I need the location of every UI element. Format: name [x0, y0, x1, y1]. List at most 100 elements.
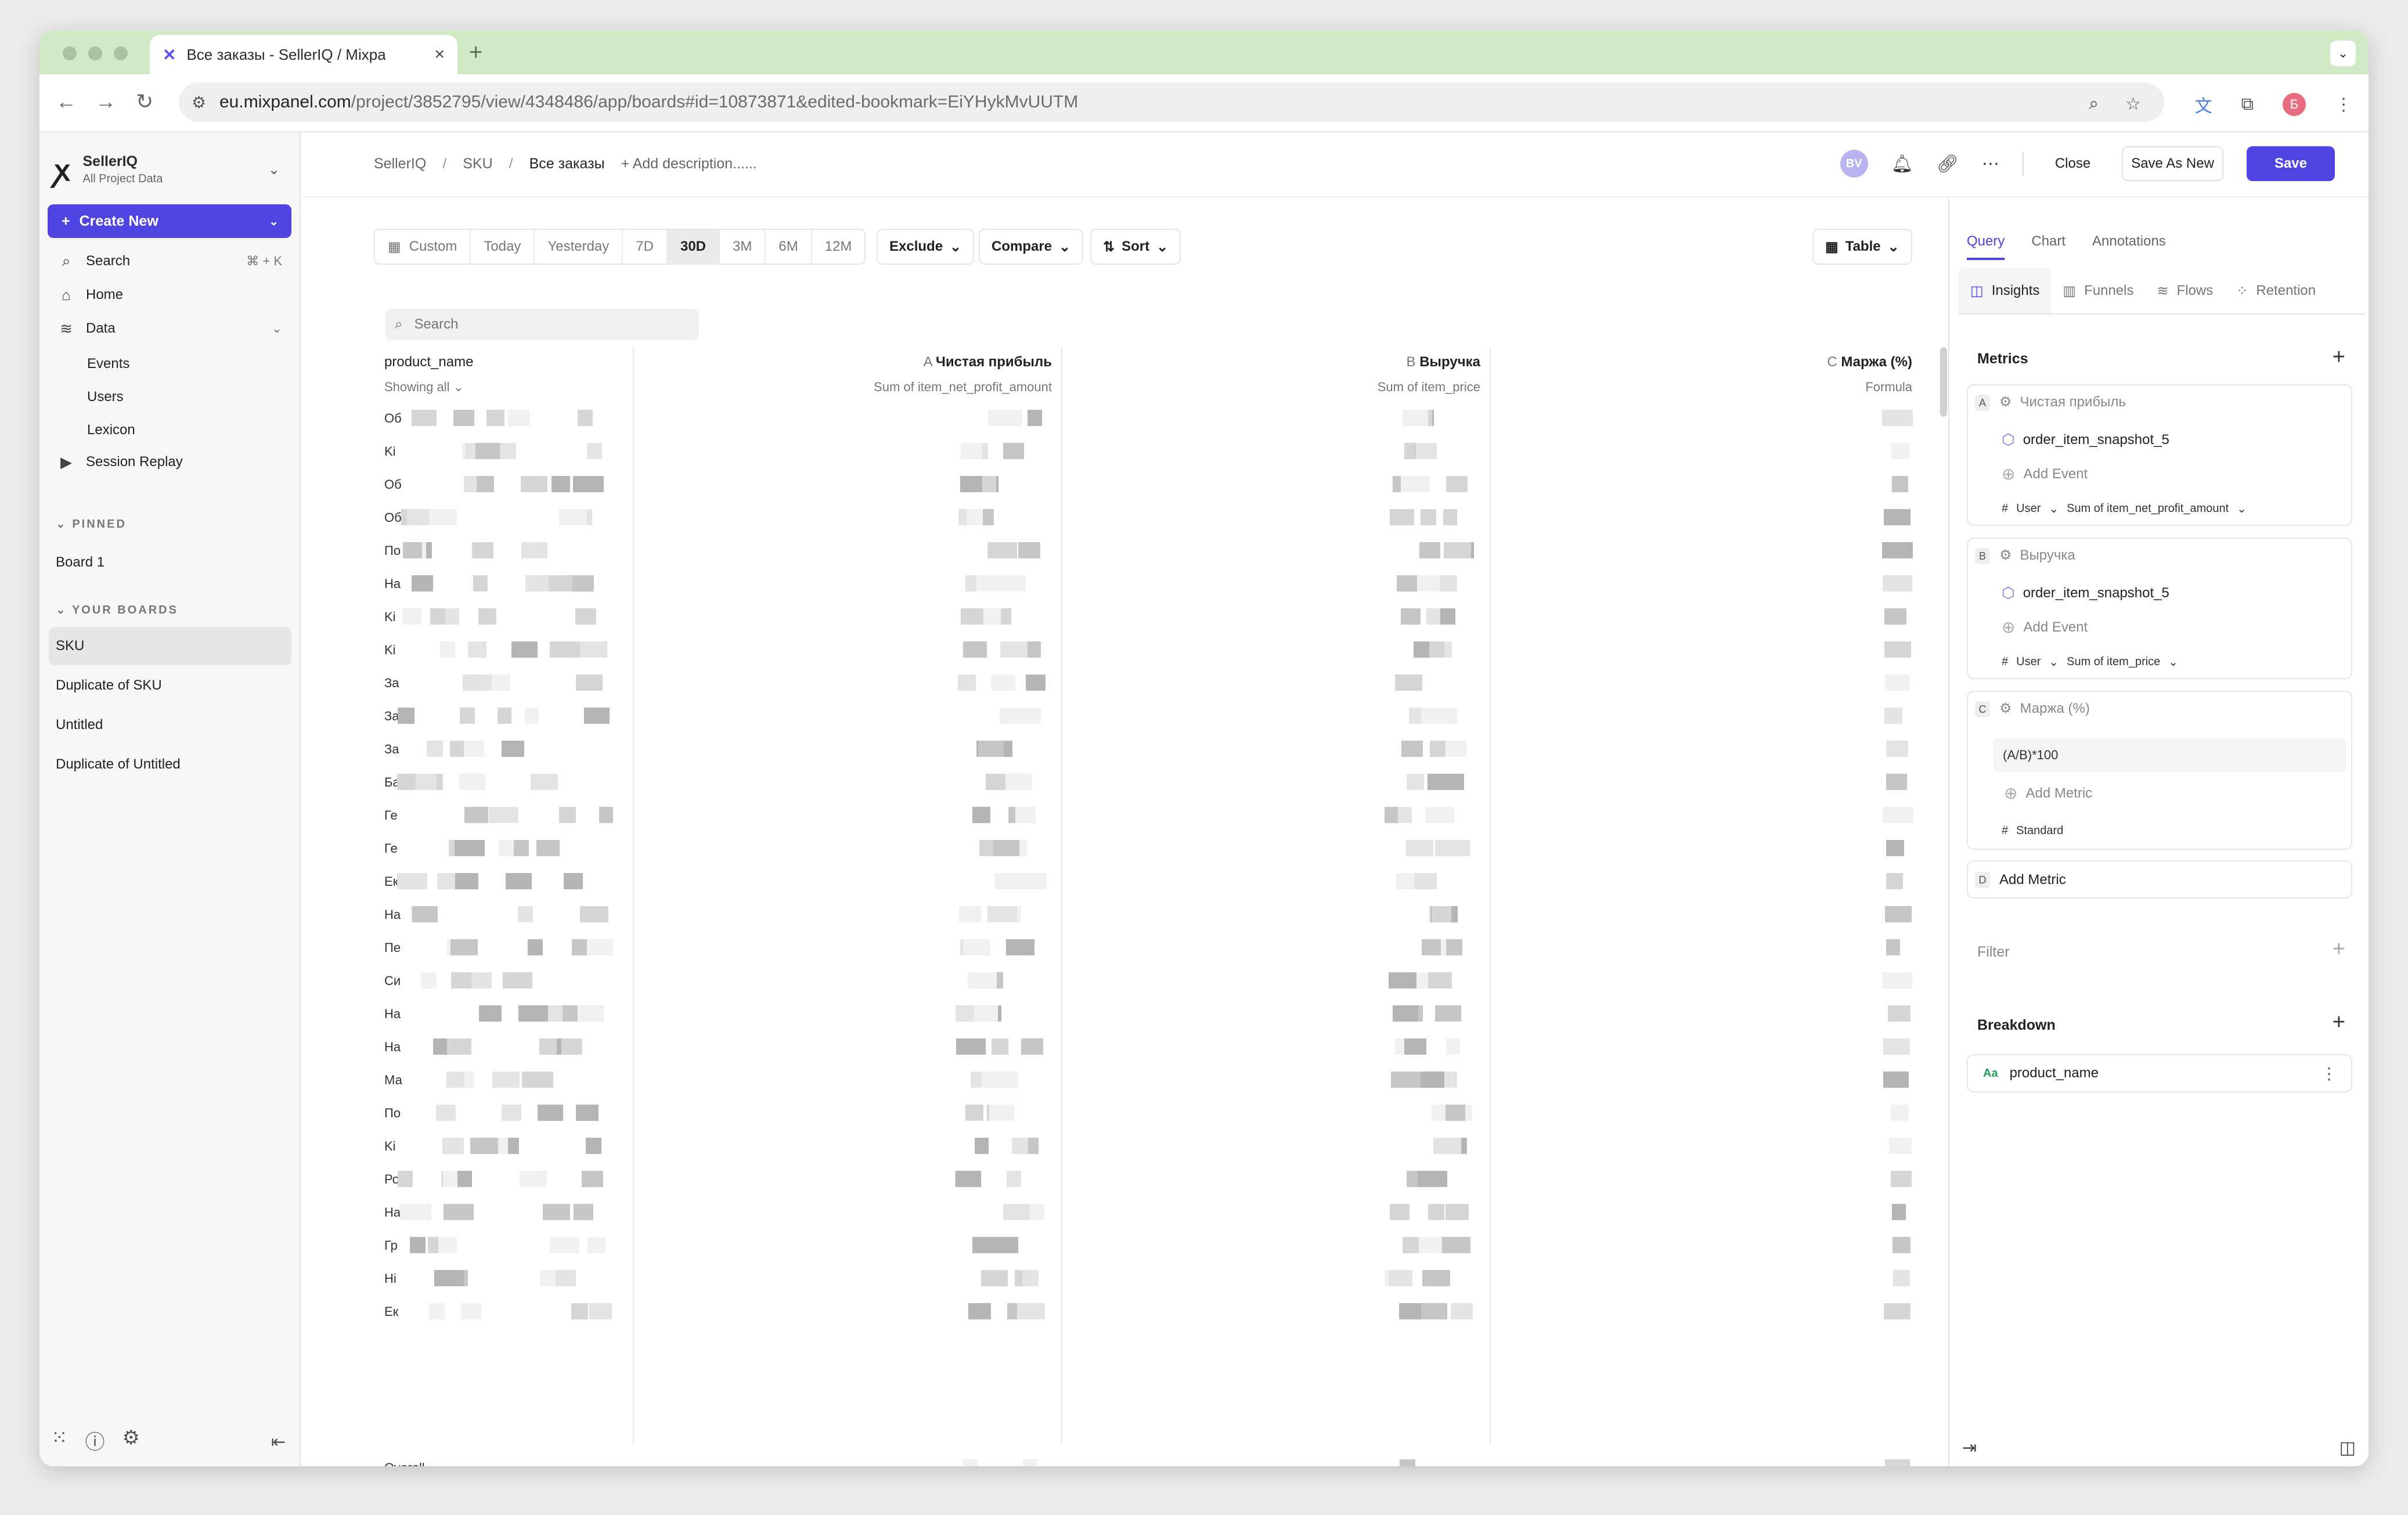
table-row[interactable]: На	[384, 1040, 401, 1055]
table-row[interactable]: Пе	[384, 940, 401, 955]
panel-layout-icon[interactable]: ◫	[2339, 1438, 2356, 1458]
table-row[interactable]: Ki	[384, 643, 396, 658]
metric-card-c[interactable]: C ⚙ Маржа (%) (A/B)*100 ⊕ Add Metric # Stan…	[1967, 691, 2352, 850]
table-row[interactable]: Ki	[384, 609, 396, 625]
tab-query[interactable]: Query	[1967, 233, 2005, 260]
add-event-button[interactable]: ⊕ Add Event	[2002, 618, 2088, 637]
settings-gear-icon[interactable]: ⚙	[122, 1426, 140, 1455]
org-switcher[interactable]: ꭗ SellerIQ All Project Data	[55, 150, 163, 189]
save-as-new-button[interactable]: Save As New	[2122, 146, 2223, 181]
reload-icon[interactable]: ↻	[136, 89, 153, 114]
table-row[interactable]: За	[384, 742, 399, 757]
table-row[interactable]: Ек	[384, 1304, 398, 1319]
vertical-scrollbar[interactable]	[1940, 347, 1947, 417]
org-chevron-down-icon[interactable]: ⌄	[268, 161, 280, 178]
metric-name-row[interactable]: ⚙ Маржа (%)	[1999, 700, 2090, 717]
add-metric-plus-icon[interactable]: +	[2333, 345, 2345, 370]
tab-funnels[interactable]: ▥ Funnels	[2051, 268, 2145, 313]
metric-c-header[interactable]: C Маржа (%)	[1827, 354, 1912, 370]
link-icon[interactable]: 🔗︎	[1937, 154, 1959, 174]
date-7d[interactable]: 7D	[623, 230, 668, 264]
table-row[interactable]: Ге	[384, 841, 398, 856]
metric-event-row[interactable]: ⬡ order_item_snapshot_5	[2002, 584, 2169, 602]
metric-name-row[interactable]: ⚙ Чистая прибыль	[1999, 394, 2126, 410]
table-row[interactable]: Ма	[384, 1073, 402, 1088]
tab-annotations[interactable]: Annotations	[2092, 233, 2166, 260]
apps-grid-icon[interactable]: ⁙	[51, 1426, 68, 1455]
browser-tab[interactable]: ✕ Все заказы - SellerIQ / Mixpa ×	[150, 35, 457, 74]
sidebar-item-events[interactable]: Events	[87, 356, 129, 372]
table-row[interactable]: Ек	[384, 874, 398, 889]
breadcrumb-project[interactable]: SellerIQ	[374, 156, 426, 172]
more-icon[interactable]: ⋯	[1982, 154, 1999, 174]
view-type-dropdown[interactable]: ▦ Table ⌄	[1812, 229, 1912, 265]
sidebar-item-search[interactable]: ⌕ Search ⌘ + K	[39, 246, 301, 276]
add-description-link[interactable]: + Add description......	[621, 156, 757, 172]
date-today[interactable]: Today	[471, 230, 535, 264]
board-item[interactable]: Duplicate of Untitled	[49, 745, 291, 784]
window-controls[interactable]	[63, 46, 128, 60]
save-button[interactable]: Save	[2246, 146, 2335, 181]
table-row[interactable]: По	[384, 543, 401, 558]
table-row[interactable]: Ki	[384, 1139, 396, 1154]
pinned-item[interactable]: Board 1	[49, 543, 291, 582]
table-row[interactable]: По	[384, 1106, 401, 1121]
table-row[interactable]: Ki	[384, 444, 396, 459]
breakdown-item[interactable]: Aa product_name ⋮	[1967, 1054, 2352, 1092]
table-row[interactable]: Си	[384, 973, 401, 989]
date-3m[interactable]: 3M	[720, 230, 766, 264]
tab-insights[interactable]: ◫ Insights	[1959, 268, 2052, 313]
kebab-menu-icon[interactable]: ⋮	[2321, 1064, 2337, 1083]
help-icon[interactable]: ⓘ	[85, 1426, 105, 1455]
breadcrumb-board[interactable]: SKU	[463, 156, 492, 172]
sidebar-item-session-replay[interactable]: ▶ Session Replay	[39, 447, 301, 477]
metric-name-row[interactable]: ⚙ Выручка	[1999, 547, 2075, 564]
date-6m[interactable]: 6M	[766, 230, 812, 264]
table-row[interactable]: На	[384, 1007, 401, 1022]
table-row[interactable]: Об	[384, 411, 402, 426]
tab-search-chevron-icon[interactable]: ⌄	[2330, 41, 2356, 66]
metric-card-b[interactable]: B ⚙ Выручка ⬡ order_item_snapshot_5 ⊕ Add E…	[1967, 538, 2352, 679]
report-title[interactable]: Все заказы	[529, 156, 605, 172]
showing-all-filter[interactable]: Showing all ⌄	[384, 380, 464, 395]
board-item[interactable]: Untitled	[49, 706, 291, 744]
browser-menu-icon[interactable]: ⋮	[2335, 95, 2352, 115]
pinned-section[interactable]: ⌄ PINNED	[56, 517, 127, 531]
table-row[interactable]: Ге	[384, 808, 398, 823]
extensions-icon[interactable]: ⧉	[2241, 95, 2254, 114]
date-30d[interactable]: 30D	[667, 230, 720, 264]
metric-card-a[interactable]: A ⚙ Чистая прибыль ⬡ order_item_snapshot_5…	[1967, 384, 2352, 526]
user-avatar[interactable]: BV	[1840, 150, 1868, 178]
new-tab-icon[interactable]: +	[469, 39, 482, 66]
profile-avatar[interactable]: Б	[2283, 93, 2306, 116]
add-filter-plus-icon[interactable]: +	[2333, 937, 2345, 962]
date-custom[interactable]: ▦ Custom	[375, 230, 471, 264]
bell-icon[interactable]: 🔔︎	[1891, 154, 1913, 174]
metric-event-row[interactable]: ⬡ order_item_snapshot_5	[2002, 431, 2169, 449]
compare-dropdown[interactable]: Compare ⌄	[979, 229, 1084, 265]
add-breakdown-plus-icon[interactable]: +	[2333, 1010, 2345, 1035]
add-metric-inline-button[interactable]: ⊕ Add Metric	[2004, 784, 2092, 803]
metric-a-header[interactable]: A Чистая прибыль	[924, 354, 1052, 370]
translate-icon[interactable]: 文	[2195, 92, 2212, 117]
exclude-dropdown[interactable]: Exclude ⌄	[877, 229, 975, 265]
site-info-icon[interactable]: ⚙	[192, 93, 206, 112]
date-12m[interactable]: 12M	[812, 230, 865, 264]
forward-icon[interactable]: →	[95, 89, 116, 114]
metric-b-header[interactable]: B Выручка	[1407, 354, 1481, 370]
table-row[interactable]: Об	[384, 510, 402, 525]
metric-aggregation[interactable]: # User ⌄ Sum of item_price ⌄	[2002, 655, 2178, 669]
table-row[interactable]: На	[384, 907, 401, 922]
tab-chart[interactable]: Chart	[2031, 233, 2065, 260]
board-item-sku[interactable]: SKU	[49, 627, 291, 665]
bookmark-star-icon[interactable]: ☆	[2125, 94, 2141, 114]
tab-flows[interactable]: ≋ Flows	[2145, 268, 2225, 313]
metric-aggregation[interactable]: # User ⌄ Sum of item_net_profit_amount ⌄	[2002, 502, 2247, 516]
address-bar[interactable]: ⚙ eu.mixpanel.com/project/3852795/view/4…	[179, 82, 2164, 122]
table-row[interactable]: За	[384, 709, 399, 724]
table-row[interactable]: Гр	[384, 1238, 398, 1253]
table-row[interactable]: На	[384, 576, 401, 591]
table-row[interactable]: Об	[384, 477, 402, 492]
board-item[interactable]: Duplicate of SKU	[49, 666, 291, 705]
table-row[interactable]: За	[384, 676, 399, 691]
